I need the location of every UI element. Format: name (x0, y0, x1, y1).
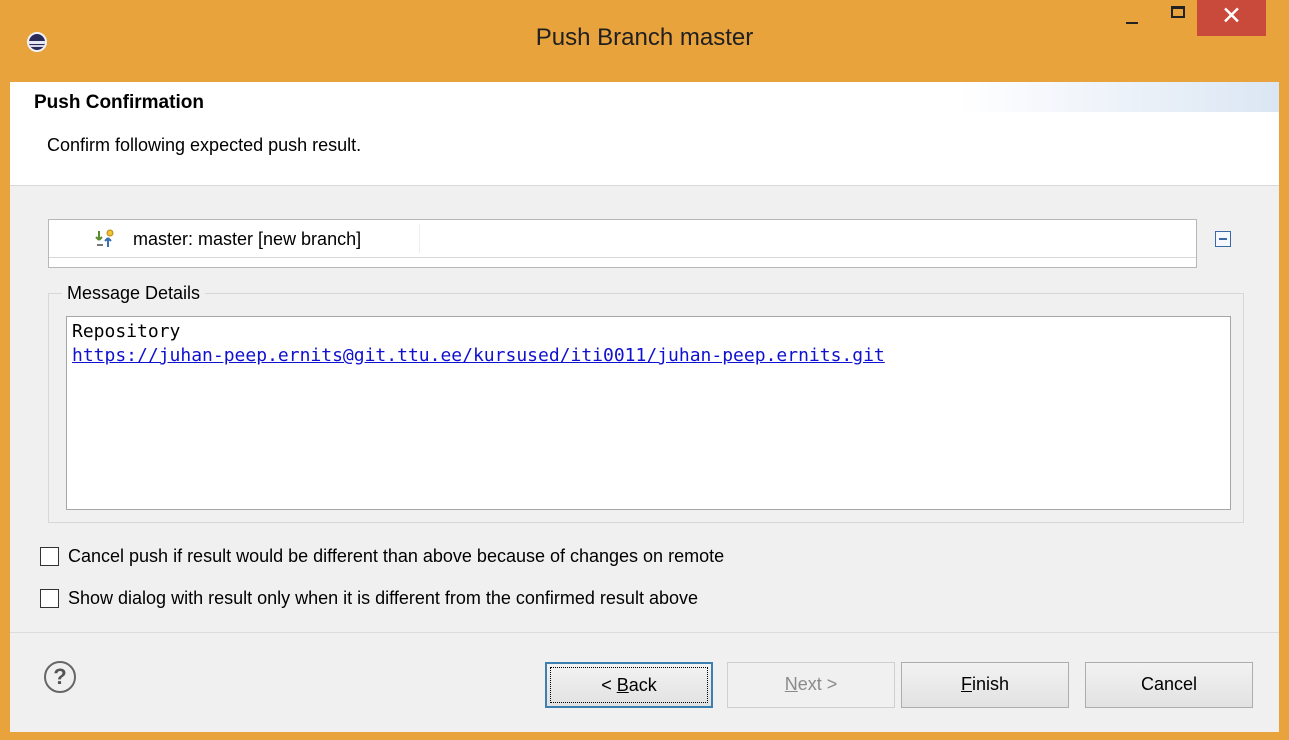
next-mnemonic: N (784, 674, 798, 694)
finish-button[interactable]: Finish (901, 662, 1069, 708)
dialog-body: Push Confirmation Confirm following expe… (10, 82, 1279, 732)
finish-mnemonic: F (960, 674, 972, 694)
help-icon[interactable]: ? (44, 661, 76, 693)
finish-rest: inish (971, 674, 1010, 694)
title-bar[interactable]: Push Branch master ✕ (0, 0, 1289, 82)
message-details-text[interactable]: Repository https://juhan-peep.ernits@git… (66, 316, 1231, 510)
page-description: Confirm following expected push result. (47, 135, 362, 155)
cancel-button[interactable]: Cancel (1085, 662, 1253, 708)
wizard-header: Push Confirmation Confirm following expe… (10, 82, 1279, 186)
window-title: Push Branch master (535, 24, 754, 51)
back-button[interactable]: < Back (545, 662, 713, 708)
page-title: Push Confirmation (34, 92, 204, 113)
push-result-tree[interactable]: master: master [new branch] (48, 219, 1197, 268)
repository-url-link[interactable]: https://juhan-peep.ernits@git.ttu.ee/kur… (72, 345, 885, 366)
focus-rect (550, 667, 708, 703)
collapse-all-icon[interactable] (1215, 231, 1231, 247)
tree-item-label: master: master [new branch] (133, 229, 362, 249)
repository-label: Repository (72, 321, 181, 342)
cancel-push-option[interactable]: Cancel push if result would be different… (40, 546, 900, 570)
cancel-push-label: Cancel push if result would be different… (68, 546, 725, 566)
dialog-window: Push Branch master ✕ Push Confirmation C… (0, 0, 1289, 740)
show-dialog-checkbox[interactable] (40, 589, 59, 608)
show-dialog-option[interactable]: Show dialog with result only when it is … (40, 588, 900, 612)
minimize-button[interactable] (1106, 0, 1154, 35)
footer-separator (10, 632, 1279, 633)
cancel-push-checkbox[interactable] (40, 547, 59, 566)
next-rest: ext > (797, 674, 838, 694)
close-button[interactable]: ✕ (1197, 0, 1266, 36)
maximize-button[interactable] (1154, 0, 1202, 35)
branch-push-icon (95, 229, 114, 247)
next-button[interactable]: Next > (727, 662, 895, 708)
show-dialog-label: Show dialog with result only when it is … (68, 588, 698, 608)
tree-item[interactable]: master: master [new branch] (91, 224, 420, 253)
tree-divider (49, 257, 1196, 258)
message-details-legend: Message Details (62, 283, 206, 304)
header-banner (959, 82, 1279, 112)
window-bottom-border (0, 732, 1289, 740)
close-icon: ✕ (1221, 2, 1242, 30)
